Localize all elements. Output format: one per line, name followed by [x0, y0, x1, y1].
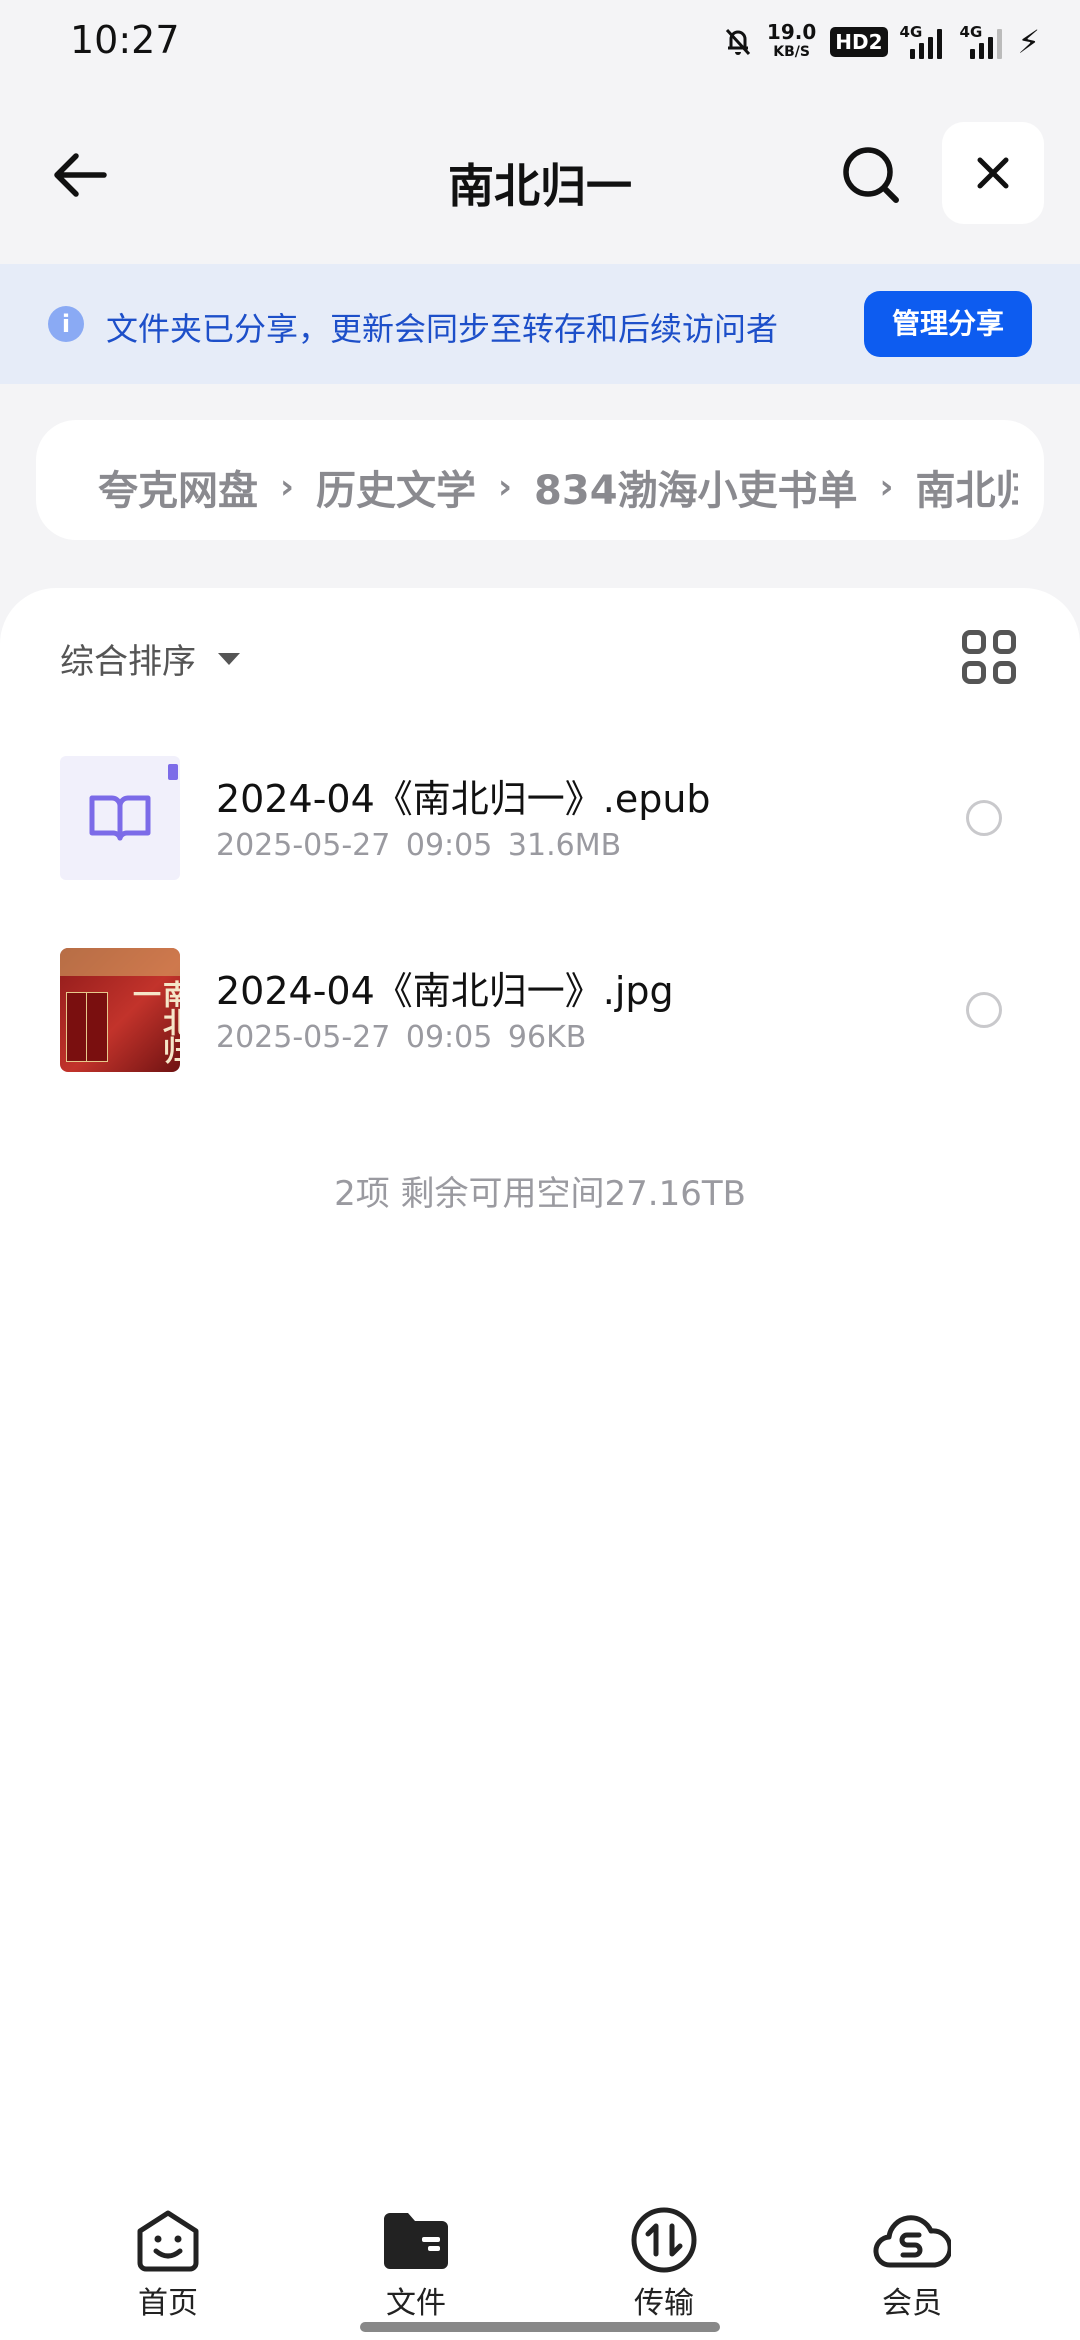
- file-name: 2024-04《南北归一》.epub: [216, 777, 711, 821]
- file-date: 2025-05-27 09:05: [216, 1020, 493, 1055]
- select-radio[interactable]: [966, 800, 1002, 836]
- folder-icon: [384, 2213, 448, 2269]
- bell-muted-icon: [725, 28, 751, 56]
- status-icons: 19.0 KB/S HD2 4G 4G ⚡: [723, 20, 1040, 64]
- nav-files[interactable]: 文件: [356, 2204, 476, 2322]
- file-row[interactable]: 南北归一 2024-04《南北归一》.jpg 2025-05-27 09:05 …: [0, 932, 1080, 1092]
- net-speed-unit: KB/S: [773, 44, 810, 60]
- breadcrumb: 夸克网盘 › 历史文学 › 834渤海小吏书单 › 南北归一: [36, 420, 1044, 540]
- nav-files-label: 文件: [386, 2286, 446, 2321]
- smile-home-icon: [137, 2210, 199, 2272]
- transfer-icon: [631, 2207, 697, 2273]
- file-row[interactable]: 2024-04《南北归一》.epub 2025-05-27 09:05 31.6…: [0, 740, 1080, 900]
- nav-member[interactable]: 会员: [852, 2204, 972, 2322]
- cover-title: 南北归一: [129, 980, 180, 1064]
- select-radio[interactable]: [966, 992, 1002, 1028]
- grid-view-icon: [962, 630, 986, 654]
- signal-1-label: 4G: [899, 23, 923, 41]
- status-time: 10:27: [70, 18, 180, 62]
- grid-view-button[interactable]: [962, 630, 1016, 684]
- file-meta: 2025-05-27 09:05 31.6MB: [216, 828, 621, 863]
- signal-1-icon: 4G: [899, 23, 942, 59]
- file-meta: 2025-05-27 09:05 96KB: [216, 1020, 586, 1055]
- file-name: 2024-04《南北归一》.jpg: [216, 969, 674, 1013]
- breadcrumb-item-history[interactable]: 历史文学: [316, 458, 476, 516]
- caret-down-icon: [218, 652, 240, 665]
- nav-home[interactable]: 首页: [108, 2204, 228, 2322]
- net-speed-value: 19.0: [766, 20, 817, 44]
- storage-summary: 2项 剩余可用空间27.16TB: [334, 1174, 746, 1214]
- search-button[interactable]: [836, 142, 906, 208]
- file-size: 31.6MB: [507, 828, 622, 863]
- nav-transfer[interactable]: 传输: [604, 2204, 724, 2322]
- nav-member-label: 会员: [882, 2286, 942, 2321]
- bottom-nav: 首页 文件 传输 会员: [0, 2190, 1080, 2340]
- sort-dropdown[interactable]: 综合排序: [60, 634, 240, 683]
- status-bar: 10:27 19.0 KB/S HD2 4G 4G ⚡: [0, 0, 1080, 84]
- close-button[interactable]: [942, 122, 1044, 224]
- breadcrumb-track: 夸克网盘 › 历史文学 › 834渤海小吏书单 › 南北归一: [98, 458, 1018, 516]
- image-thumbnail: 南北归一: [60, 948, 180, 1072]
- close-icon: [977, 157, 1009, 189]
- breadcrumb-item-booklist[interactable]: 834渤海小吏书单: [534, 458, 858, 516]
- manage-share-button[interactable]: 管理分享: [864, 291, 1032, 357]
- sort-label: 综合排序: [60, 642, 196, 682]
- file-size: 96KB: [507, 1020, 587, 1055]
- search-icon: [843, 147, 899, 203]
- info-icon: i: [48, 306, 84, 342]
- hd-badge: HD2: [830, 27, 888, 57]
- chevron-right-icon: ›: [280, 467, 295, 507]
- chevron-right-icon: ›: [498, 467, 513, 507]
- epub-file-icon: [60, 756, 180, 880]
- nav-transfer-label: 传输: [634, 2286, 694, 2321]
- charging-icon: ⚡: [1017, 23, 1040, 61]
- signal-2-label: 4G: [959, 23, 983, 41]
- book-open-icon: [89, 795, 151, 841]
- share-banner: i 文件夹已分享，更新会同步至转存和后续访问者 管理分享: [0, 264, 1080, 384]
- breadcrumb-item-current[interactable]: 南北归一: [916, 458, 1018, 516]
- header: 南北归一: [0, 120, 1080, 230]
- net-speed: 19.0 KB/S: [767, 22, 816, 62]
- chevron-right-icon: ›: [879, 467, 894, 507]
- file-list-panel: 综合排序 2024-04《南北归一》.epub 2025-05-27 09:05…: [0, 588, 1080, 2340]
- cloud-member-icon: [873, 2215, 951, 2268]
- file-date: 2025-05-27 09:05: [216, 828, 493, 863]
- share-banner-text: 文件夹已分享，更新会同步至转存和后续访问者: [106, 310, 779, 348]
- nav-home-label: 首页: [138, 2286, 198, 2321]
- home-indicator[interactable]: [360, 2322, 720, 2332]
- page-title: 南北归一: [448, 159, 632, 213]
- breadcrumb-item-root[interactable]: 夸克网盘: [98, 458, 258, 516]
- signal-2-icon: 4G: [956, 23, 1004, 59]
